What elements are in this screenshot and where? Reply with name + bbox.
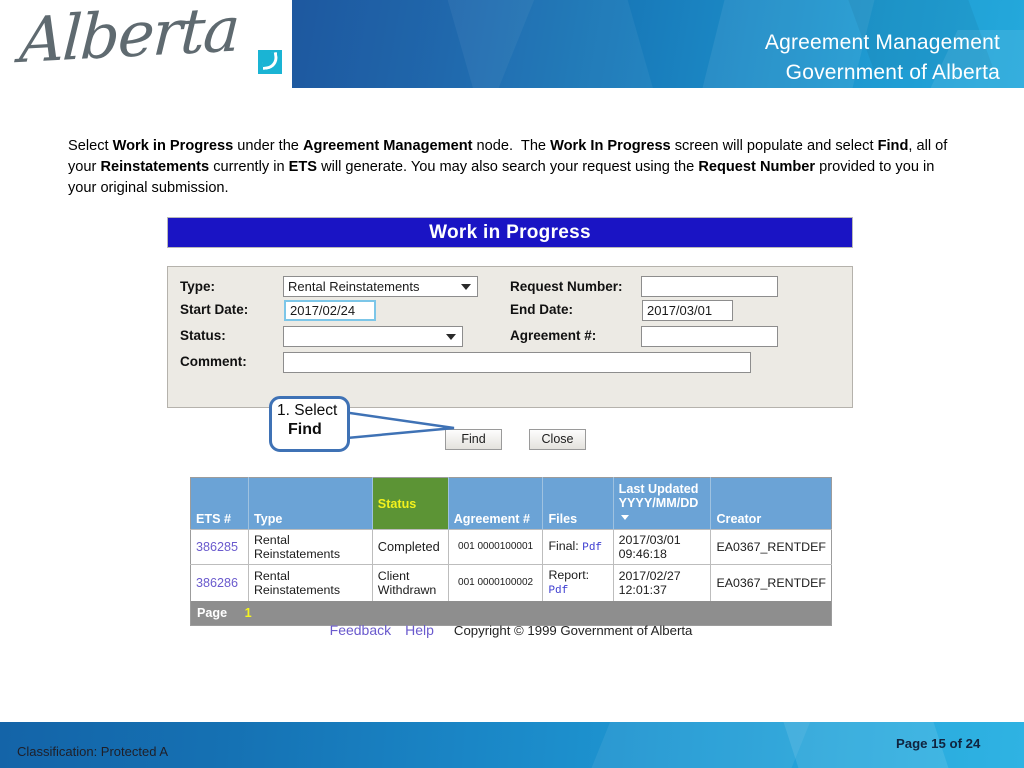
close-button[interactable]: Close <box>529 429 586 450</box>
pdf-link[interactable]: Pdf <box>582 542 602 554</box>
comment-label: Comment: <box>180 354 247 369</box>
status-label: Status: <box>180 328 226 343</box>
slide-page-number: Page 15 of 24 <box>896 736 981 751</box>
start-date-label: Start Date: <box>180 302 249 317</box>
cell-agreement: 001 0000100002 <box>448 564 544 601</box>
page-label: Page <box>197 606 228 620</box>
table-header-row: ETS # Type Status Agreement # Files Last… <box>190 477 832 530</box>
column-header-agreement[interactable]: Agreement # <box>448 477 544 530</box>
file-label: Final: <box>548 539 579 553</box>
banner-facet-1 <box>292 0 547 88</box>
cell-last-updated: 2017/02/27 12:01:37 <box>613 564 712 601</box>
app-footer: Feedback Help Copyright © 1999 Government … <box>190 622 832 638</box>
column-header-type[interactable]: Type <box>248 477 373 530</box>
column-header-creator[interactable]: Creator <box>710 477 832 530</box>
updated-date: 2017/03/01 <box>618 533 681 547</box>
callout-pointer-arrow <box>336 409 455 441</box>
comment-input[interactable] <box>283 352 751 373</box>
cell-agreement: 001 0000100001 <box>448 529 544 565</box>
chevron-down-icon <box>446 334 456 340</box>
cell-files: Final: Pdf <box>542 529 614 565</box>
classification-label: Classification: Protected A <box>17 744 169 759</box>
start-date-input[interactable]: 2017/02/24 <box>284 300 376 321</box>
slide-header: Alberta Agreement Management Government … <box>0 0 1024 88</box>
page-number[interactable]: 1 <box>245 606 252 620</box>
instruction-paragraph: Select Work in Progress under the Agreem… <box>68 138 948 196</box>
banner-facet-2 <box>436 0 668 88</box>
type-select[interactable]: Rental Reinstatements <box>283 276 478 297</box>
agreement-number-label: Agreement #: <box>510 328 597 343</box>
ets-link[interactable]: 386285 <box>196 540 238 554</box>
header-title-line2: Government of Alberta <box>785 61 1000 84</box>
last-updated-line2: YYYY/MM/DD <box>618 496 699 510</box>
alberta-flourish-icon <box>258 50 282 74</box>
app-screenshot: Work in Progress Type: Rental Reinstatem… <box>167 217 853 450</box>
column-header-last-updated[interactable]: Last Updated YYYY/MM/DD <box>613 477 712 530</box>
updated-time: 12:01:37 <box>618 583 667 597</box>
work-in-progress-title-bar: Work in Progress <box>167 217 853 248</box>
table-row: 386286 Rental Reinstatements Client With… <box>190 564 832 601</box>
cell-status: Client Withdrawn <box>372 564 449 601</box>
type-select-value: Rental Reinstatements <box>288 279 420 294</box>
cell-creator: EA0367_RENTDEF <box>710 564 832 601</box>
cell-type: Rental Reinstatements <box>248 529 373 565</box>
agreement-number-input[interactable] <box>641 326 778 347</box>
table-row: 386285 Rental Reinstatements Completed 0… <box>190 529 832 565</box>
cell-type: Rental Reinstatements <box>248 564 373 601</box>
cell-files: Report: Pdf <box>542 564 614 601</box>
updated-time: 09:46:18 <box>618 547 667 561</box>
sort-descending-icon[interactable] <box>620 515 629 521</box>
cell-status: Completed <box>372 529 449 565</box>
help-link[interactable]: Help <box>405 622 434 638</box>
cell-ets: 386286 <box>190 564 249 601</box>
column-header-status[interactable]: Status <box>372 477 449 530</box>
search-form-panel: Type: Rental Reinstatements Start Date: … <box>167 266 853 408</box>
header-title-line1: Agreement Management <box>764 31 1000 54</box>
status-select[interactable] <box>283 326 463 347</box>
callout-line1: 1. Select <box>277 402 338 419</box>
file-label: Report: <box>548 568 590 582</box>
copyright-text: Copyright © 1999 Government of Alberta <box>453 623 693 638</box>
callout-line2: Find <box>288 421 322 438</box>
end-date-label: End Date: <box>510 302 574 317</box>
column-header-ets[interactable]: ETS # <box>190 477 249 530</box>
request-number-label: Request Number: <box>510 279 623 294</box>
header-banner: Agreement Management Government of Alber… <box>292 0 1024 88</box>
type-label: Type: <box>180 279 216 294</box>
results-table: ETS # Type Status Agreement # Files Last… <box>190 477 832 626</box>
header-title: Agreement Management Government of Alber… <box>765 28 1000 88</box>
updated-date: 2017/02/27 <box>618 569 681 583</box>
chevron-down-icon <box>461 284 471 290</box>
ets-link[interactable]: 386286 <box>196 576 238 590</box>
last-updated-line1: Last Updated <box>618 482 699 496</box>
cell-last-updated: 2017/03/01 09:46:18 <box>613 529 712 565</box>
end-date-input[interactable]: 2017/03/01 <box>642 300 733 321</box>
callout-select-find: 1. Select Find <box>269 396 350 452</box>
pdf-link[interactable]: Pdf <box>548 585 568 597</box>
alberta-wordmark: Alberta <box>18 0 241 77</box>
alberta-logo: Alberta <box>18 0 288 84</box>
cell-creator: EA0367_RENTDEF <box>710 529 832 565</box>
cell-ets: 386285 <box>190 529 249 565</box>
footer-facet-1 <box>581 722 819 768</box>
feedback-link[interactable]: Feedback <box>330 622 391 638</box>
column-header-files[interactable]: Files <box>542 477 614 530</box>
request-number-input[interactable] <box>641 276 778 297</box>
